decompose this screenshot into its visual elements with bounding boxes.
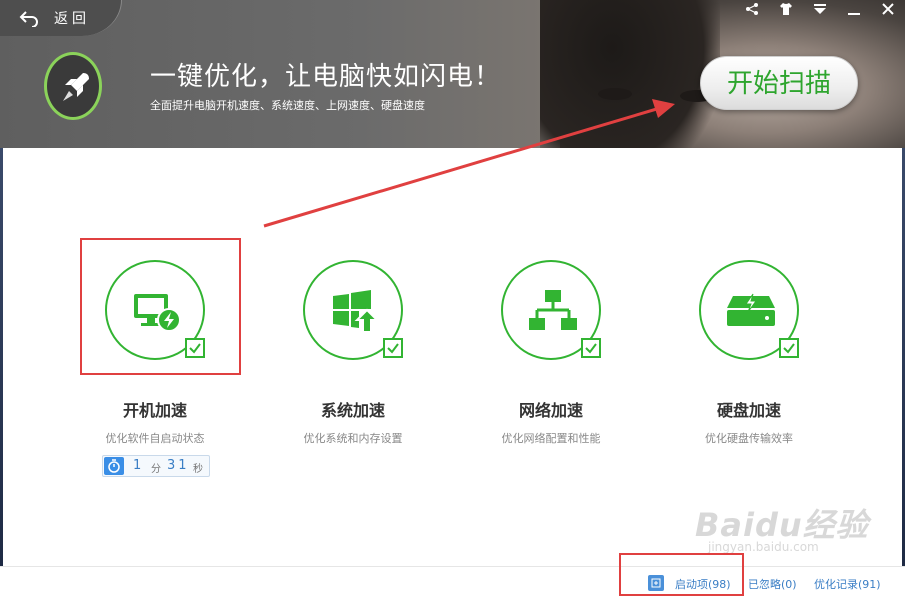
card-title: 硬盘加速 bbox=[716, 401, 781, 420]
stopwatch-icon bbox=[104, 457, 124, 475]
card-system-checkbox[interactable] bbox=[383, 338, 403, 358]
annotation-arrow bbox=[263, 99, 675, 228]
minimize-icon[interactable] bbox=[845, 2, 863, 22]
ignored-items-link[interactable]: 已忽略(0) bbox=[748, 576, 797, 592]
back-arrow-icon bbox=[18, 9, 40, 28]
watermark-url: jingyan.baidu.com bbox=[708, 540, 819, 554]
footer-bar: 启动项(98) 已忽略(0) 优化记录(91) bbox=[0, 566, 905, 601]
card-title: 系统加速 bbox=[320, 401, 385, 420]
annotation-box-startup bbox=[619, 553, 744, 596]
boot-time-minute-unit: 分 bbox=[151, 464, 161, 475]
boot-time-display: 1 分 31 秒 bbox=[102, 455, 210, 477]
back-button[interactable]: 返回 bbox=[0, 0, 122, 36]
optimize-history-link[interactable]: 优化记录(91) bbox=[814, 576, 881, 592]
card-disk-checkbox[interactable] bbox=[779, 338, 799, 358]
annotation-box-boot-card bbox=[80, 238, 241, 375]
card-desc: 优化软件自启动状态 bbox=[105, 432, 205, 445]
card-desc: 优化硬盘传输效率 bbox=[705, 432, 793, 445]
card-network-checkbox[interactable] bbox=[581, 338, 601, 358]
close-icon[interactable] bbox=[879, 2, 897, 22]
rocket-icon bbox=[44, 52, 102, 120]
start-scan-button[interactable]: 开始扫描 bbox=[700, 56, 858, 110]
hero-headline: 一键优化，让电脑快如闪电！ bbox=[150, 62, 502, 92]
skin-icon[interactable] bbox=[777, 2, 795, 22]
window-controls bbox=[743, 2, 897, 22]
boot-time-second-unit: 秒 bbox=[193, 464, 203, 475]
card-title: 网络加速 bbox=[518, 401, 583, 420]
boot-time-minutes: 1 bbox=[133, 458, 145, 473]
window-edge-left bbox=[0, 148, 3, 566]
share-icon[interactable] bbox=[743, 2, 761, 22]
back-label: 返回 bbox=[54, 11, 90, 27]
card-desc: 优化系统和内存设置 bbox=[303, 432, 403, 445]
menu-icon[interactable] bbox=[811, 2, 829, 22]
card-title: 开机加速 bbox=[122, 401, 187, 420]
card-desc: 优化网络配置和性能 bbox=[501, 432, 601, 445]
boot-time-seconds: 31 bbox=[167, 458, 190, 473]
